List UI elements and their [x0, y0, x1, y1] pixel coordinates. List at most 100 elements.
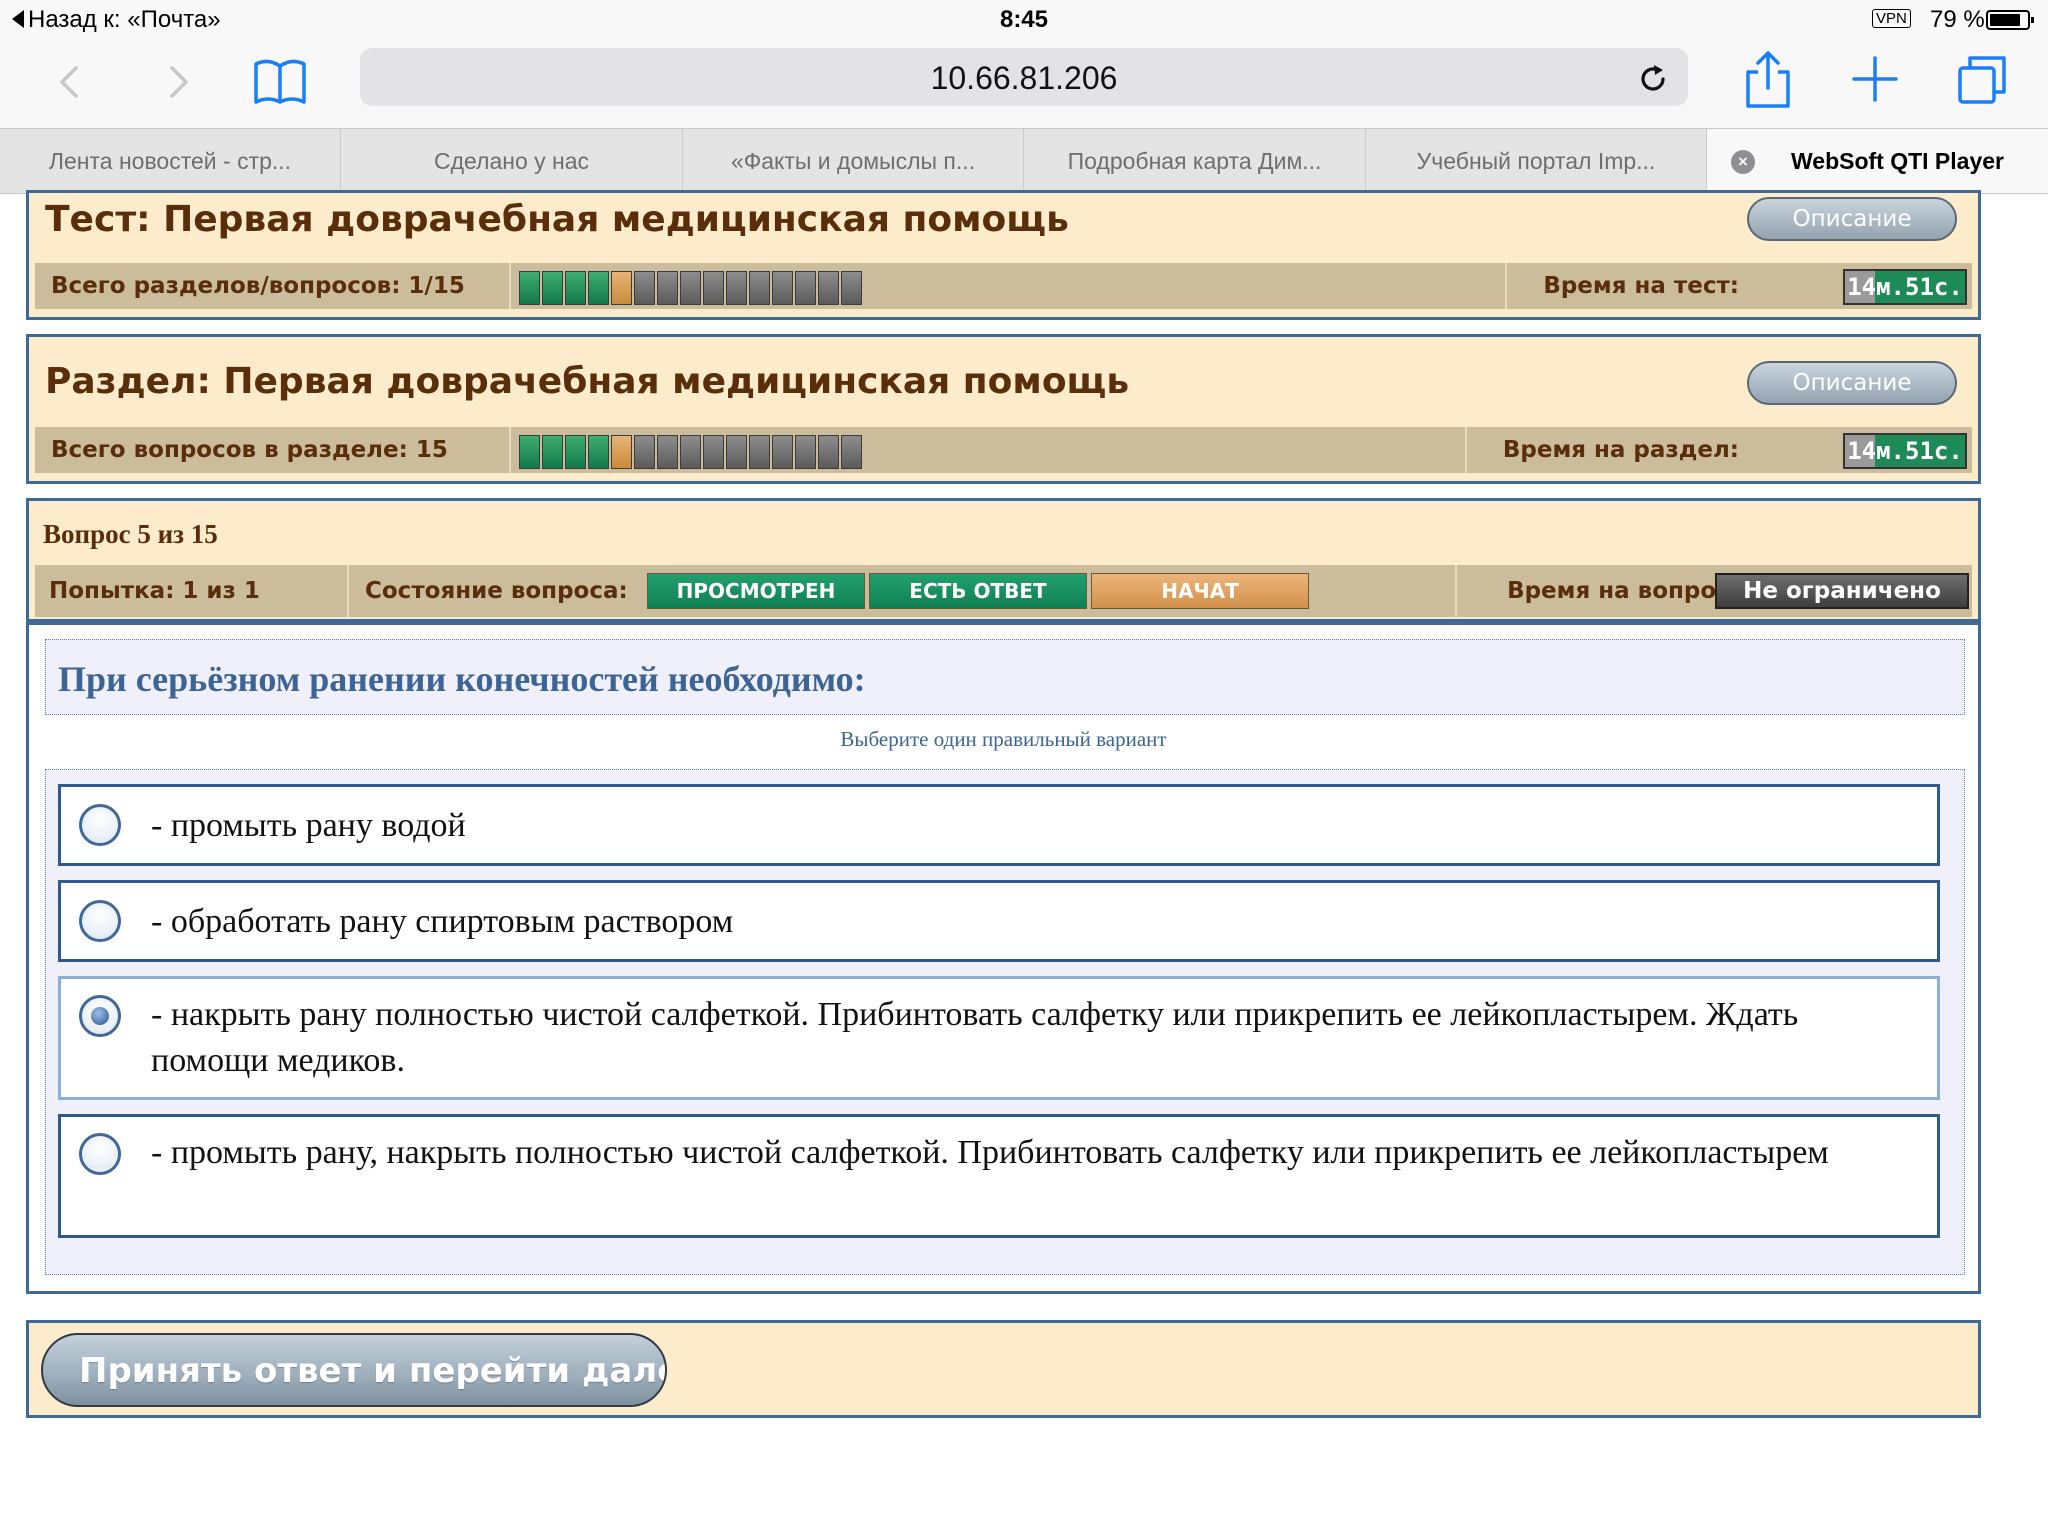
reload-icon[interactable]: [1636, 62, 1670, 96]
tab-map[interactable]: Подробная карта Дим...: [1024, 129, 1366, 193]
question-time-label: Время на вопрос:: [1507, 578, 1739, 604]
progress-segment-done: [519, 271, 540, 305]
browser-toolbar: 10.66.81.206: [0, 40, 2048, 128]
divider: [509, 263, 511, 309]
attempt-label: Попытка: 1 из 1: [49, 578, 260, 604]
section-timer: 14м.51с.: [1843, 433, 1967, 469]
answer-text: - обработать рану спиртовым раствором: [151, 903, 734, 940]
forward-chevron-icon[interactable]: [158, 62, 198, 102]
share-icon[interactable]: [1742, 48, 1794, 112]
answers-list: - промыть рану водой - обработать рану с…: [45, 769, 1965, 1275]
question-text: При серьёзном ранении конечностей необхо…: [58, 659, 866, 699]
question-text-box: При серьёзном ранении конечностей необхо…: [45, 639, 1965, 715]
test-panel: Тест: Первая доврачебная медицинская пом…: [26, 190, 1981, 320]
tab-label: Учебный портал Imp...: [1416, 148, 1656, 174]
test-description-button[interactable]: Описание: [1747, 197, 1957, 241]
divider: [1455, 565, 1457, 617]
divider: [1465, 427, 1467, 473]
section-total-label: Всего вопросов в разделе: 15: [51, 437, 448, 463]
progress-segment-done: [588, 271, 609, 305]
url-text: 10.66.81.206: [930, 60, 1118, 96]
section-time-label: Время на раздел:: [1502, 437, 1739, 463]
section-progress-bar: [519, 435, 864, 469]
tab-news[interactable]: Лента новостей - стр...: [0, 129, 341, 193]
progress-segment-todo: [703, 271, 724, 305]
tab-label: Лента новостей - стр...: [48, 148, 292, 174]
state-answered-badge: ЕСТЬ ОТВЕТ: [869, 573, 1087, 609]
vpn-badge: VPN: [1872, 9, 1911, 28]
progress-segment-current: [611, 435, 632, 469]
question-stats-row: Попытка: 1 из 1 Состояние вопроса: ПРОСМ…: [35, 565, 1972, 617]
section-title: Раздел: Первая доврачебная медицинская п…: [45, 361, 1130, 402]
answer-option-4[interactable]: - промыть рану, накрыть полностью чистой…: [58, 1114, 1940, 1238]
test-timer: 14м.51с.: [1843, 269, 1967, 305]
divider: [509, 427, 511, 473]
progress-segment-todo: [749, 435, 770, 469]
close-tab-icon[interactable]: ×: [1731, 150, 1755, 174]
tab-label: «Факты и домыслы п...: [730, 148, 976, 174]
progress-segment-todo: [749, 271, 770, 305]
progress-segment-todo: [703, 435, 724, 469]
address-bar[interactable]: 10.66.81.206: [360, 48, 1688, 106]
progress-segment-done: [542, 271, 563, 305]
progress-segment-done: [565, 271, 586, 305]
progress-segment-todo: [634, 271, 655, 305]
question-state-label: Состояние вопроса:: [365, 578, 628, 604]
answer-option-1[interactable]: - промыть рану водой: [58, 784, 1940, 866]
bookmarks-book-icon[interactable]: [252, 56, 308, 108]
progress-segment-todo: [818, 271, 839, 305]
test-total-label: Всего разделов/вопросов: 1/15: [51, 273, 465, 299]
divider: [347, 565, 349, 617]
back-chevron-icon[interactable]: [50, 62, 90, 102]
progress-segment-todo: [795, 271, 816, 305]
progress-segment-done: [588, 435, 609, 469]
battery-icon: [1986, 10, 2034, 30]
submit-answer-button[interactable]: Принять ответ и перейти дале: [41, 1333, 667, 1407]
new-tab-plus-icon[interactable]: [1852, 56, 1898, 102]
submit-answer-label: Принять ответ и перейти дале: [79, 1351, 667, 1391]
state-viewed-badge: ПРОСМОТРЕН: [647, 573, 865, 609]
answer-text: - промыть рану водой: [151, 807, 466, 844]
section-panel: Раздел: Первая доврачебная медицинская п…: [26, 334, 1981, 484]
answer-option-2[interactable]: - обработать рану спиртовым раствором: [58, 880, 1940, 962]
progress-segment-todo: [657, 271, 678, 305]
status-time: 8:45: [999, 6, 1049, 33]
question-time-value: Не ограничено: [1715, 573, 1969, 609]
radio-button[interactable]: [79, 804, 121, 846]
test-title: Тест: Первая доврачебная медицинская пом…: [45, 199, 1069, 240]
radio-button[interactable]: [79, 1133, 121, 1175]
tabs-overview-icon[interactable]: [1956, 54, 2008, 106]
section-stats-row: Всего вопросов в разделе: 15 Время на ра…: [35, 427, 1972, 473]
progress-segment-todo: [634, 435, 655, 469]
battery-percent: 79 %: [1930, 6, 1985, 33]
section-description-button[interactable]: Описание: [1747, 361, 1957, 405]
tab-made-here[interactable]: Сделано у нас: [341, 129, 683, 193]
footer-panel: Принять ответ и перейти дале: [26, 1320, 1981, 1418]
progress-segment-todo: [726, 271, 747, 305]
test-time-label: Время на тест:: [1543, 273, 1739, 299]
progress-segment-todo: [818, 435, 839, 469]
progress-segment-todo: [726, 435, 747, 469]
radio-button[interactable]: [79, 900, 121, 942]
state-started-badge: НАЧАТ: [1091, 573, 1309, 609]
tab-bar: Лента новостей - стр... Сделано у нас «Ф…: [0, 128, 2048, 194]
tab-qti-player[interactable]: × WebSoft QTI Player: [1707, 129, 2048, 193]
answer-hint: Выберите один правильный вариант: [840, 727, 1167, 751]
progress-segment-todo: [772, 271, 793, 305]
answer-option-3[interactable]: - накрыть рану полностью чистой салфетко…: [58, 976, 1940, 1100]
tab-label: Подробная карта Дим...: [1067, 148, 1322, 174]
tab-facts[interactable]: «Факты и домыслы п...: [683, 129, 1024, 193]
progress-segment-todo: [680, 435, 701, 469]
status-bar: Назад к: «Почта» 8:45 VPN 79 %: [0, 0, 2048, 40]
test-progress-bar: [519, 271, 864, 305]
test-stats-row: Всего разделов/вопросов: 1/15 Время на т…: [35, 263, 1972, 309]
progress-segment-todo: [657, 435, 678, 469]
answer-text: - промыть рану, накрыть полностью чистой…: [151, 1134, 1829, 1171]
tab-learning-portal[interactable]: Учебный портал Imp...: [1366, 129, 1707, 193]
question-body-panel: При серьёзном ранении конечностей необхо…: [26, 622, 1981, 1294]
radio-button-selected[interactable]: [79, 995, 121, 1037]
progress-segment-done: [519, 435, 540, 469]
answer-text: - накрыть рану полностью чистой салфетко…: [151, 996, 1799, 1079]
progress-segment-current: [611, 271, 632, 305]
progress-segment-todo: [795, 435, 816, 469]
